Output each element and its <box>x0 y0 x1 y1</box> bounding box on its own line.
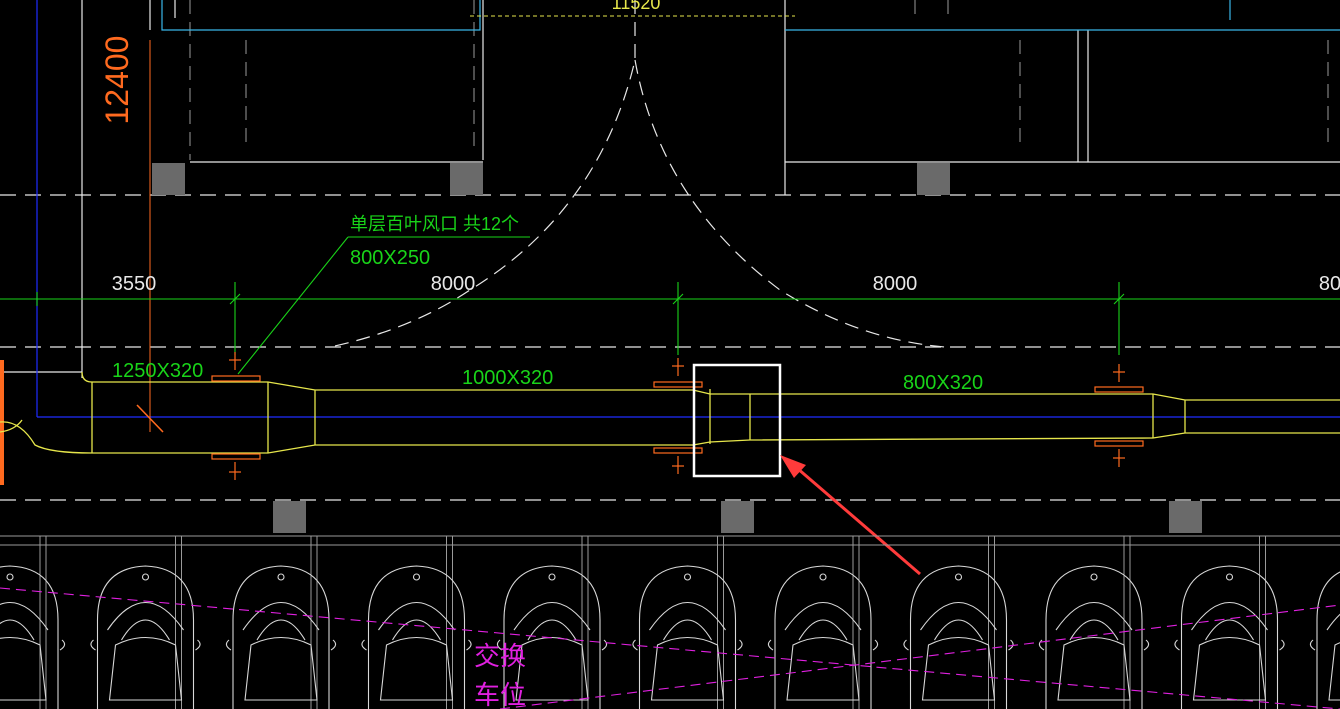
cad-drawing-canvas: 12400 11520 3550 8000 8000 80 单层百叶风口 共12… <box>0 0 1340 709</box>
column <box>450 163 483 195</box>
dim-80-partial: 80 <box>1319 273 1340 295</box>
column <box>917 163 950 195</box>
dim-3550: 3550 <box>112 273 157 295</box>
column <box>152 163 185 195</box>
column <box>721 501 754 533</box>
dim-8000-a: 8000 <box>431 273 476 295</box>
vertical-dimension-12400: 12400 <box>99 36 135 125</box>
dim-8000-b: 8000 <box>873 273 918 295</box>
column <box>273 501 306 533</box>
duct-label-1250x320: 1250X320 <box>112 360 203 382</box>
annotation-louver-title: 单层百叶风口 共12个 <box>350 214 519 234</box>
annotation-louver-size: 800X250 <box>350 247 430 269</box>
parking-label-line1: 交换 <box>474 641 526 671</box>
column <box>1169 501 1202 533</box>
parking-label-line2: 车位 <box>474 680 526 709</box>
duct-label-1000x320: 1000X320 <box>462 367 553 389</box>
canvas-background <box>0 0 1340 709</box>
top-dimension-partial: 11520 <box>612 0 661 13</box>
duct-label-800x320: 800X320 <box>903 372 983 394</box>
